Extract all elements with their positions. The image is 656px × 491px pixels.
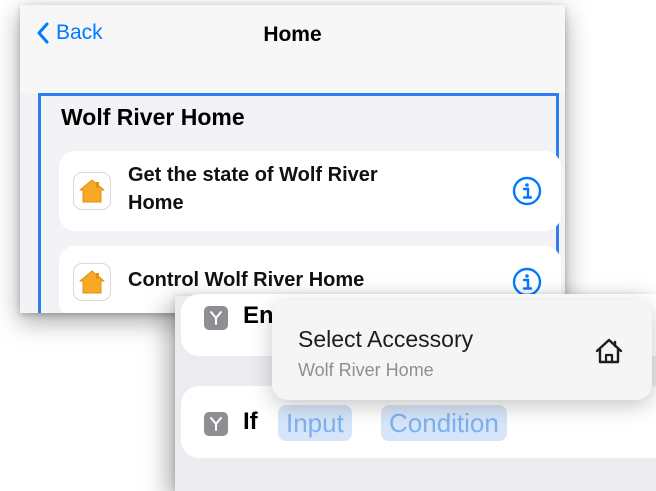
action-label: Control Wolf River Home xyxy=(128,269,365,291)
home-app-icon xyxy=(73,172,111,210)
section-title: Wolf River Home xyxy=(61,104,245,130)
branch-icon xyxy=(204,306,228,330)
home-actions-sheet: Back Home Wolf River Home Get the state … xyxy=(20,5,565,313)
row-keyword: If xyxy=(243,408,258,435)
nav-title: Home xyxy=(263,23,322,46)
navigation-bar: Back Home xyxy=(20,5,565,93)
home-section: Wolf River Home Get the state of Wolf Ri… xyxy=(38,93,561,313)
info-icon[interactable] xyxy=(511,175,543,207)
select-accessory-menu-item[interactable]: Select Accessory Wolf River Home xyxy=(272,300,652,400)
home-app-icon xyxy=(73,263,111,301)
action-get-state[interactable]: Get the state of Wolf River Home xyxy=(59,151,561,231)
house-icon xyxy=(595,338,623,364)
input-token[interactable]: Input xyxy=(278,405,352,441)
action-label: Get the state of Wolf River Home xyxy=(128,164,378,214)
row-keyword: En xyxy=(243,302,274,329)
popover-subtitle: Wolf River Home xyxy=(298,360,434,380)
branch-icon xyxy=(204,412,228,436)
condition-token[interactable]: Condition xyxy=(381,405,507,441)
popover-title: Select Accessory xyxy=(298,326,474,352)
